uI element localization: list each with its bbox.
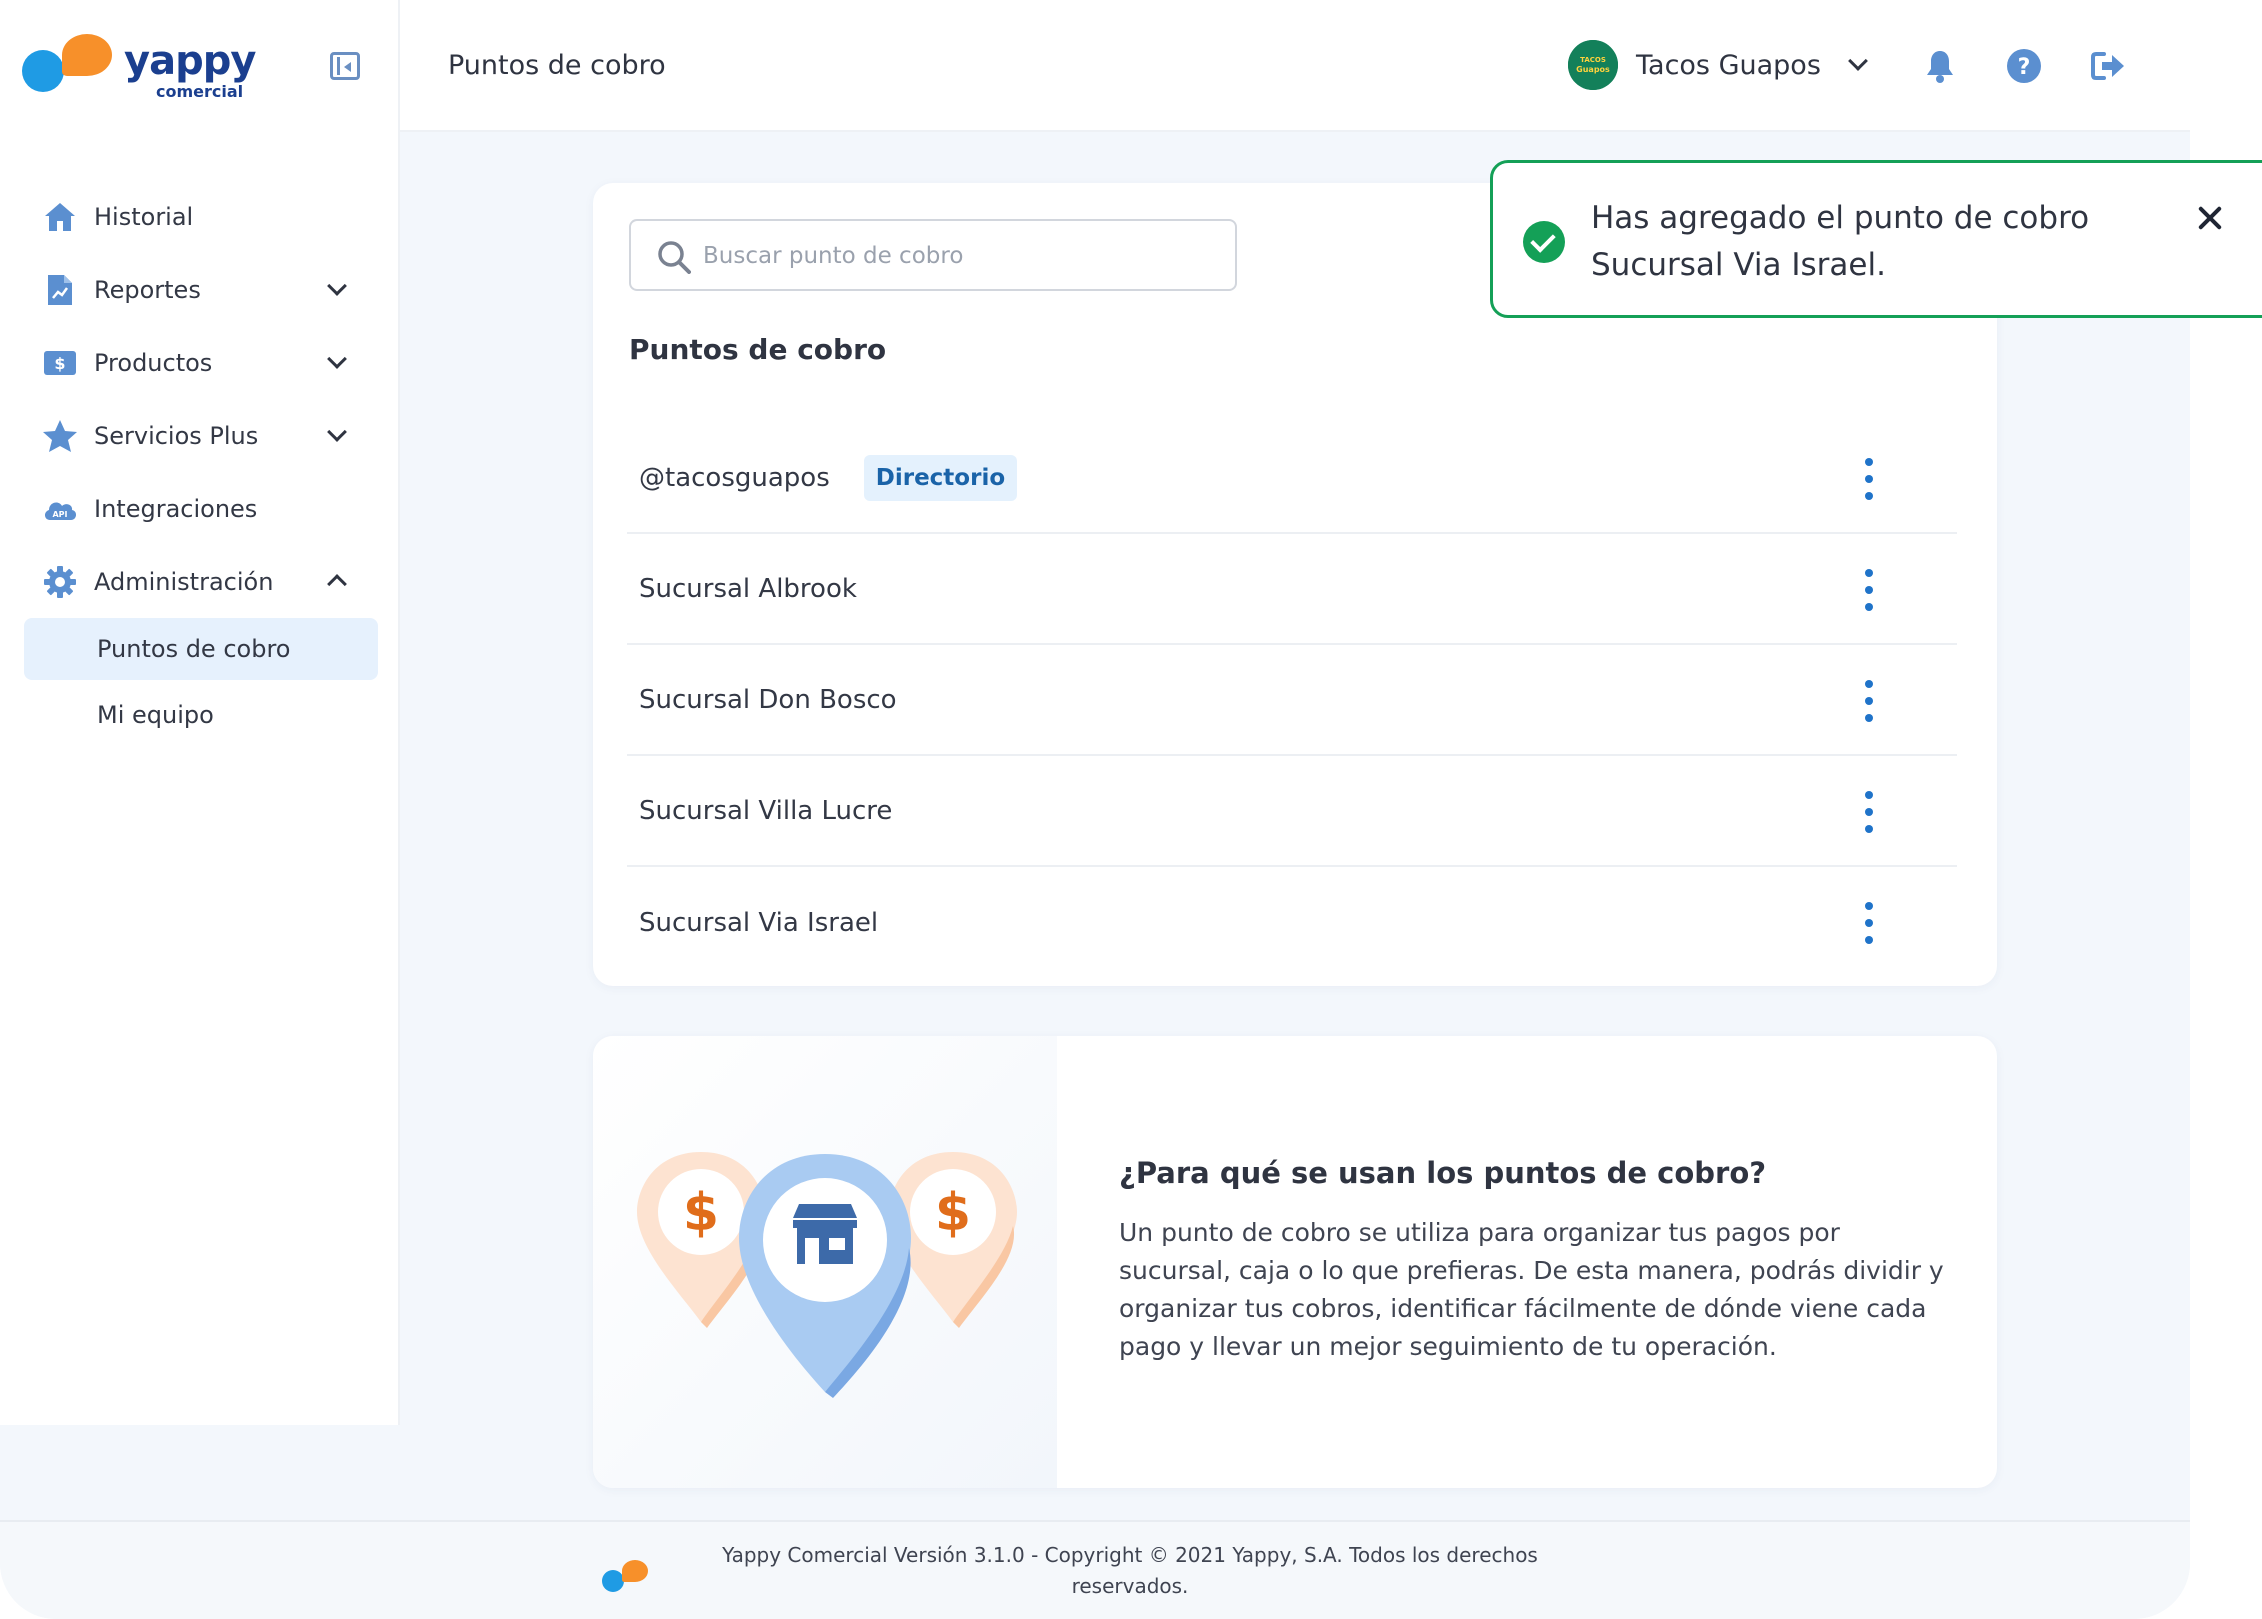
location-pins-illustration: $ $ bbox=[637, 1152, 1017, 1398]
punto-name: Sucursal Albrook bbox=[639, 573, 857, 604]
sidebar-item-servicios-plus[interactable]: Servicios Plus bbox=[24, 399, 378, 472]
sidebar-item-integraciones[interactable]: API Integraciones bbox=[24, 472, 378, 545]
sidebar: yappy comercial Historial Reportes $ Pro… bbox=[0, 0, 400, 1425]
list-item[interactable]: @tacosguapos Directorio bbox=[627, 423, 1957, 534]
bell-icon[interactable] bbox=[1922, 48, 1958, 84]
info-description: Un punto de cobro se utiliza para organi… bbox=[1119, 1218, 1944, 1361]
more-options-icon[interactable] bbox=[1863, 569, 1875, 611]
page-title: Puntos de cobro bbox=[448, 50, 666, 81]
merchant-name: Tacos Guapos bbox=[1636, 49, 1821, 81]
logout-icon[interactable] bbox=[2090, 48, 2126, 84]
sidebar-item-label: Reportes bbox=[94, 275, 201, 304]
api-cloud-icon: API bbox=[42, 491, 78, 527]
list-item[interactable]: Sucursal Villa Lucre bbox=[627, 756, 1957, 867]
star-icon bbox=[42, 418, 78, 454]
illustration-panel: $ $ bbox=[593, 1036, 1057, 1488]
merchant-selector[interactable]: TACOS Guapos Tacos Guapos bbox=[1568, 40, 1868, 90]
list-title: Puntos de cobro bbox=[629, 333, 887, 366]
check-circle-icon bbox=[1523, 221, 1565, 263]
more-options-icon[interactable] bbox=[1863, 791, 1875, 833]
more-options-icon[interactable] bbox=[1863, 680, 1875, 722]
punto-name: Sucursal Villa Lucre bbox=[639, 795, 893, 826]
dollar-icon: $ bbox=[42, 345, 78, 381]
help-icon[interactable]: ? bbox=[2006, 48, 2042, 84]
top-header: Puntos de cobro TACOS Guapos Tacos Guapo… bbox=[400, 0, 2190, 132]
home-icon bbox=[42, 199, 78, 235]
search-icon bbox=[657, 240, 691, 278]
close-icon[interactable] bbox=[2195, 203, 2225, 233]
punto-name: Sucursal Via Israel bbox=[639, 907, 879, 938]
sidebar-item-label: Productos bbox=[94, 348, 213, 377]
sidebar-item-reportes[interactable]: Reportes bbox=[24, 253, 378, 326]
logo-blue-bubble bbox=[602, 1570, 624, 1592]
gear-icon bbox=[42, 564, 78, 600]
sidebar-item-label: Administración bbox=[94, 567, 274, 596]
svg-text:?: ? bbox=[2018, 55, 2031, 80]
sidebar-item-label: Integraciones bbox=[94, 494, 258, 523]
report-icon bbox=[42, 272, 78, 308]
list-item[interactable]: Sucursal Don Bosco bbox=[627, 645, 1957, 756]
success-toast: Has agregado el punto de cobro Sucursal … bbox=[1490, 160, 2262, 318]
more-options-icon[interactable] bbox=[1863, 902, 1875, 944]
sidebar-item-label: Servicios Plus bbox=[94, 421, 259, 450]
chevron-down-icon[interactable] bbox=[327, 422, 347, 442]
list-item[interactable]: Sucursal Albrook bbox=[627, 534, 1957, 645]
dollar-symbol-right: $ bbox=[935, 1183, 971, 1243]
logo-wordmark: yappy bbox=[124, 38, 256, 84]
svg-text:API: API bbox=[52, 510, 67, 519]
sidebar-subitem-puntos-de-cobro[interactable]: Puntos de cobro bbox=[24, 618, 378, 680]
info-card: $ $ ¿Para qué se usan los puntos de cobr… bbox=[593, 1036, 1997, 1488]
collapse-sidebar-icon[interactable] bbox=[330, 52, 360, 80]
chevron-down-icon[interactable] bbox=[327, 349, 347, 369]
sidebar-item-administracion[interactable]: Administración bbox=[24, 545, 378, 618]
logo-blue-bubble bbox=[22, 50, 64, 92]
list-item[interactable]: Sucursal Via Israel bbox=[627, 867, 1957, 978]
punto-name: @tacosguapos bbox=[639, 462, 830, 493]
sidebar-item-historial[interactable]: Historial bbox=[24, 180, 378, 253]
directorio-badge: Directorio bbox=[863, 454, 1018, 501]
sidebar-nav: Historial Reportes $ Productos Servicios… bbox=[24, 180, 378, 746]
footer-copyright: Yappy Comercial Versión 3.1.0 - Copyrigh… bbox=[722, 1543, 1538, 1598]
dollar-symbol-left: $ bbox=[683, 1183, 719, 1243]
svg-text:$: $ bbox=[54, 354, 65, 373]
search-input[interactable] bbox=[703, 239, 1223, 273]
toast-message: Has agregado el punto de cobro Sucursal … bbox=[1591, 200, 2090, 283]
svg-text:TACOS: TACOS bbox=[1580, 56, 1606, 64]
logo-orange-bubble bbox=[622, 1560, 648, 1582]
footer-logo bbox=[602, 1558, 658, 1594]
chevron-down-icon[interactable] bbox=[327, 276, 347, 296]
merchant-avatar: TACOS Guapos bbox=[1568, 40, 1618, 90]
puntos-list: @tacosguapos Directorio Sucursal Albrook… bbox=[627, 423, 1957, 978]
chevron-up-icon[interactable] bbox=[327, 574, 347, 594]
footer: Yappy Comercial Versión 3.1.0 - Copyrigh… bbox=[0, 1520, 2190, 1619]
search-box[interactable] bbox=[629, 219, 1237, 291]
sidebar-item-productos[interactable]: $ Productos bbox=[24, 326, 378, 399]
svg-text:Guapos: Guapos bbox=[1576, 65, 1610, 74]
more-options-icon[interactable] bbox=[1863, 458, 1875, 500]
logo-orange-bubble bbox=[62, 34, 112, 76]
sidebar-subitem-mi-equipo[interactable]: Mi equipo bbox=[24, 684, 378, 746]
info-title: ¿Para qué se usan los puntos de cobro? bbox=[1119, 1156, 1767, 1190]
logo-subtitle: comercial bbox=[156, 82, 244, 101]
punto-name: Sucursal Don Bosco bbox=[639, 684, 897, 715]
chevron-down-icon[interactable] bbox=[1847, 51, 1868, 71]
yappy-logo[interactable]: yappy comercial bbox=[22, 34, 256, 104]
sidebar-item-label: Historial bbox=[94, 202, 194, 231]
